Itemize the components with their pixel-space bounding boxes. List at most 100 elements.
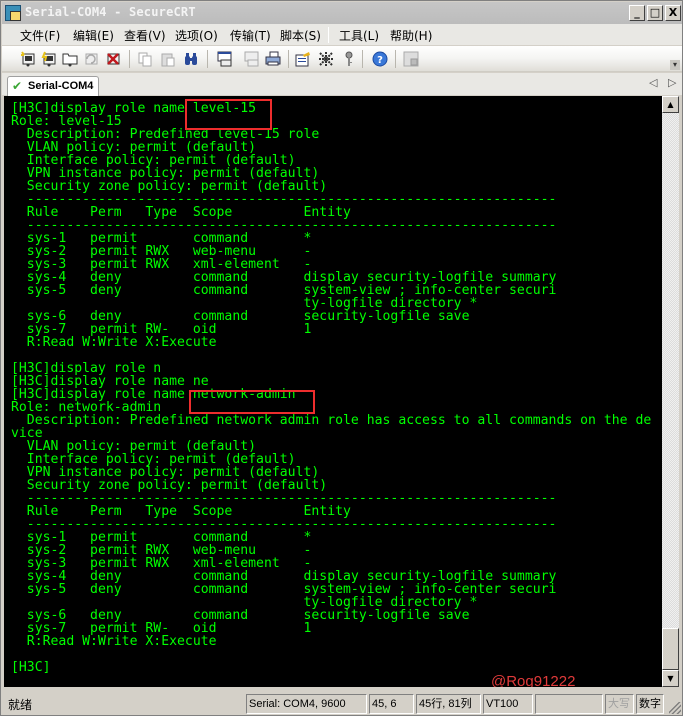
status-connection: Serial: COM4, 9600 — [246, 694, 367, 714]
terminal-line: Security zone policy: permit (default) — [11, 478, 328, 493]
terminal-line: ----------------------------------------… — [11, 517, 557, 532]
status-num-lock: 数字 — [636, 694, 664, 714]
status-bar: 就绪 Serial: COM4, 9600 45, 6 45行, 81列 VT1… — [2, 692, 682, 715]
session-tab-strip: ✔ Serial-COM4 ◁ ▷ — [2, 73, 682, 96]
terminal-line: VPN instance policy: permit (default) — [11, 465, 320, 480]
terminal-line: [H3C]display role name ne — [11, 374, 209, 389]
securecrt-window: Serial-COM4 - SecureCRT _ □ X 文件(F) 编辑(E… — [0, 0, 683, 716]
status-blank-panel — [535, 694, 603, 714]
terminal-line: sys-7 permit RW- oid 1 — [11, 621, 312, 636]
terminal-line: sys-5 deny command system-view ; info-ce… — [11, 582, 557, 597]
connect-icon[interactable] — [20, 51, 36, 67]
terminal-line: R:Read W:Write X:Execute — [11, 634, 217, 649]
menu-options[interactable]: 选项(O) — [175, 27, 218, 44]
terminal-line: sys-1 permit command * — [11, 530, 312, 545]
tab-prev-arrow-icon[interactable]: ◁ — [649, 76, 657, 89]
quick-connect-icon[interactable] — [41, 51, 57, 67]
toolbar-overflow-button[interactable]: ▾ — [670, 60, 680, 70]
terminal-line: Role: level-15 — [11, 114, 122, 129]
terminal-line: Description: Predefined level-15 role — [11, 127, 320, 142]
terminal-line: ty-logfile directory * — [11, 595, 478, 610]
toolbar-separator — [288, 50, 289, 68]
terminal-line: ----------------------------------------… — [11, 192, 557, 207]
toolbar-separator — [207, 50, 208, 68]
terminal-line: Security zone policy: permit (default) — [11, 179, 328, 194]
tab-next-arrow-icon[interactable]: ▷ — [668, 76, 676, 89]
menu-separator — [328, 27, 329, 43]
toolbar: ? ▾ — [2, 46, 682, 72]
print-screen-icon[interactable] — [217, 51, 233, 67]
global-options-icon[interactable] — [318, 51, 334, 67]
print-selection-icon — [244, 51, 259, 67]
menu-edit[interactable]: 编辑(E) — [73, 27, 114, 44]
disconnect-icon[interactable] — [105, 51, 121, 67]
terminal-line: ty-logfile directory * — [11, 296, 478, 311]
resize-grip[interactable] — [669, 702, 681, 714]
terminal-line: Description: Predefined network admin ro… — [11, 413, 652, 428]
scroll-up-button[interactable]: ▲ — [662, 96, 679, 113]
window-title: Serial-COM4 - SecureCRT — [25, 5, 196, 19]
paste-icon — [161, 53, 175, 67]
scroll-down-button[interactable]: ▼ — [662, 670, 679, 687]
terminal-line: Role: network-admin — [11, 400, 162, 415]
help-icon[interactable]: ? — [372, 51, 388, 67]
minimize-button[interactable]: _ — [629, 5, 645, 21]
terminal-line: vice — [11, 426, 43, 441]
terminal-line: sys-4 deny command display security-logf… — [11, 569, 557, 584]
terminal-line: sys-6 deny command security-logfile save — [11, 309, 470, 324]
terminal-line: Rule Perm Type Scope Entity — [11, 504, 351, 519]
toolbar-separator — [129, 50, 130, 68]
menu-script[interactable]: 脚本(S) — [280, 27, 321, 44]
menu-bar: 文件(F) 编辑(E) 查看(V) 选项(O) 传输(T) 脚本(S) 工具(L… — [2, 24, 682, 45]
terminal-line: Interface policy: permit (default) — [11, 452, 296, 467]
menu-view[interactable]: 查看(V) — [124, 27, 166, 44]
terminal-line: R:Read W:Write X:Execute — [11, 335, 217, 350]
terminal-line: ----------------------------------------… — [11, 218, 557, 233]
status-emulation: VT100 — [483, 694, 533, 714]
terminal-line: sys-4 deny command display security-logf… — [11, 270, 557, 285]
copy-icon — [138, 52, 152, 67]
connect-in-tab-icon[interactable] — [62, 51, 78, 67]
highlight-box-level-15 — [185, 99, 272, 130]
terminal-line: Rule Perm Type Scope Entity — [11, 205, 351, 220]
watermark: @Rog91222 — [491, 673, 576, 687]
title-bar: Serial-COM4 - SecureCRT _ □ X — [2, 2, 682, 24]
menu-tools[interactable]: 工具(L) — [339, 27, 379, 44]
find-icon[interactable] — [183, 51, 199, 67]
menu-file[interactable]: 文件(F) — [20, 27, 60, 44]
key-icon[interactable] — [341, 51, 357, 67]
menu-transfer[interactable]: 传输(T) — [230, 27, 271, 44]
highlight-box-network-admin — [189, 390, 315, 414]
tab-serial-com4[interactable]: ✔ Serial-COM4 — [7, 76, 99, 96]
print-icon[interactable] — [265, 51, 281, 67]
securecrt-app-icon[interactable] — [5, 5, 21, 21]
terminal-line: ----------------------------------------… — [11, 491, 557, 506]
terminal-output[interactable]: [H3C] R:Read W:Write X:Execute sys-7 per… — [4, 96, 662, 687]
maximize-button[interactable]: □ — [647, 5, 663, 21]
terminal-line: [H3C] — [11, 660, 51, 675]
status-ready: 就绪 — [8, 698, 33, 712]
scrollbar-thumb[interactable] — [662, 628, 679, 670]
terminal-line: [H3C]display role n — [11, 361, 162, 376]
vertical-scrollbar[interactable]: ▲ ▼ — [662, 96, 679, 687]
terminal-line: Interface policy: permit (default) — [11, 153, 296, 168]
connected-check-icon: ✔ — [12, 79, 23, 93]
terminal-line: sys-3 permit RWX xml-element - — [11, 257, 312, 272]
tab-label: Serial-COM4 — [28, 80, 94, 92]
terminal-line: sys-7 permit RW- oid 1 — [11, 322, 312, 337]
terminal-line: sys-1 permit command * — [11, 231, 312, 246]
session-options-icon[interactable] — [295, 51, 311, 67]
terminal-line: sys-2 permit RWX web-menu - — [11, 543, 312, 558]
close-button[interactable]: X — [665, 5, 681, 21]
terminal-line: sys-2 permit RWX web-menu - — [11, 244, 312, 259]
status-cursor-position: 45, 6 — [369, 694, 414, 714]
terminal-line: VLAN policy: permit (default) — [11, 140, 257, 155]
toolbar-separator — [362, 50, 363, 68]
toolbar-separator — [395, 50, 396, 68]
reconnect-icon — [85, 53, 98, 65]
svg-text:?: ? — [377, 55, 383, 66]
terminal-line: sys-5 deny command system-view ; info-ce… — [11, 283, 557, 298]
terminal-line: VLAN policy: permit (default) — [11, 439, 257, 454]
status-terminal-size: 45行, 81列 — [416, 694, 481, 714]
menu-help[interactable]: 帮助(H) — [390, 27, 432, 44]
